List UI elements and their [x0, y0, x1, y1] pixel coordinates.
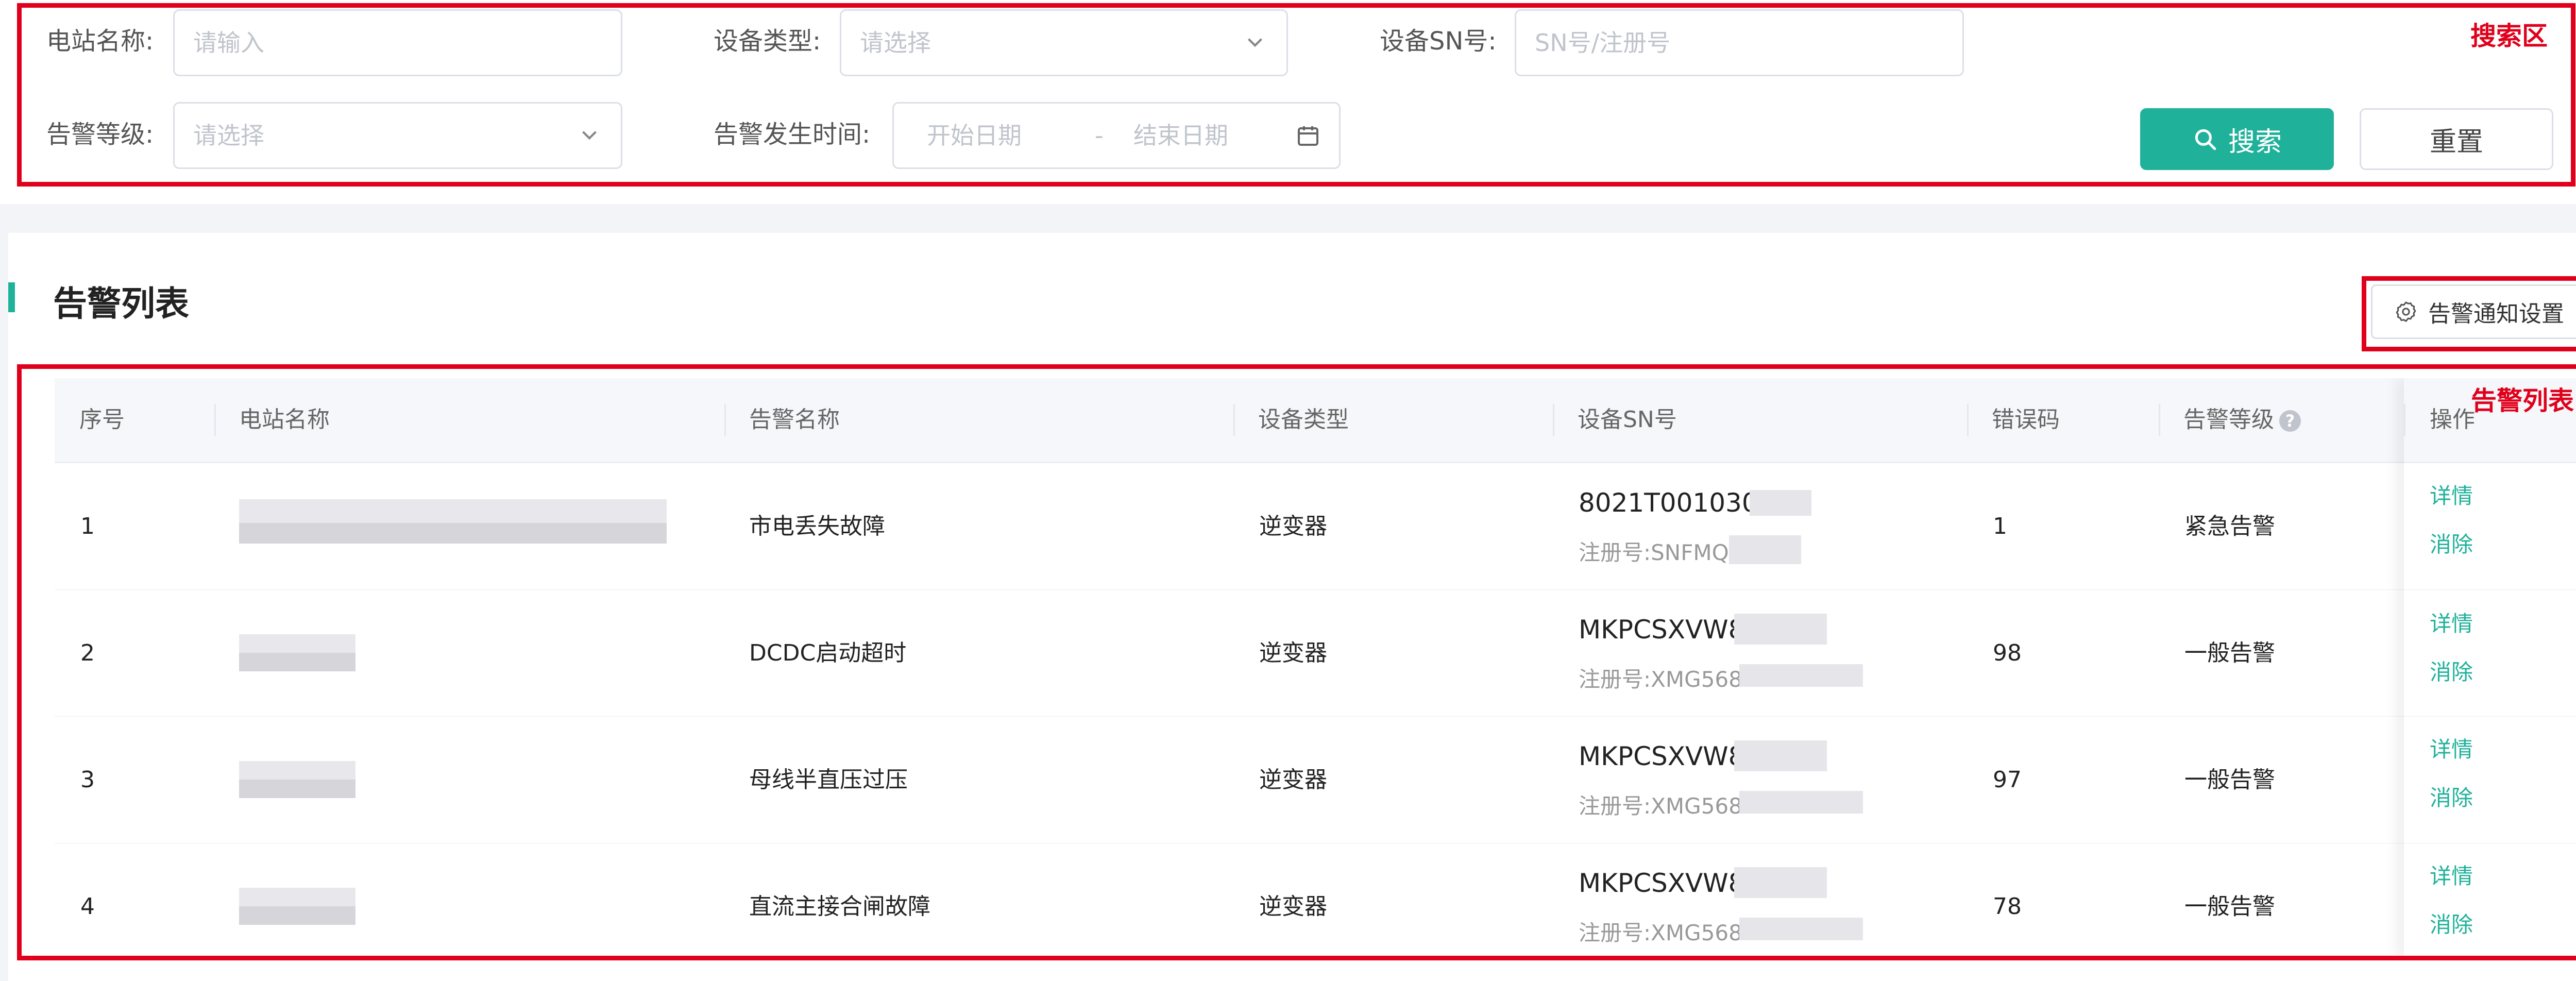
table-row: 3 母线半直压过压 逆变器 MKPCSXVW81 注册号:XMG5687 97 … [55, 717, 2576, 844]
reset-button[interactable]: 重置 [2360, 108, 2553, 170]
device-sn-placeholder: SN号/注册号 [1535, 29, 1671, 57]
registration-number: 注册号:XMG5687 [1579, 793, 1756, 819]
device-type-placeholder: 请选择 [860, 29, 931, 57]
alarm-list-title: 告警列表 [53, 284, 189, 324]
column-header-device-sn: 设备SN号 [1578, 407, 1677, 433]
clear-link[interactable]: 消除 [2430, 907, 2473, 939]
alarm-level-select[interactable]: 请选择 [173, 102, 622, 169]
registration-redaction [1739, 664, 1863, 687]
sn-redaction [1750, 490, 1811, 516]
row-index: 3 [80, 767, 95, 793]
reset-button-label: 重置 [2429, 126, 2483, 158]
alarm-name: 直流主接合闸故障 [749, 893, 930, 920]
column-divider [1553, 404, 1554, 436]
alarm-name: DCDC启动超时 [749, 640, 907, 666]
alarm-level-header-label: 告警等级 [2183, 407, 2274, 433]
column-header-index: 序号 [79, 407, 125, 433]
table-row: 1 市电丢失故障 逆变器 8021T0010301 注册号:SNFMQVT 1 … [55, 463, 2576, 591]
row-index: 1 [80, 513, 95, 539]
alarm-level: 一般告警 [2184, 640, 2275, 666]
error-code: 98 [1993, 640, 2022, 666]
column-divider [1233, 404, 1235, 436]
detail-link[interactable]: 详情 [2430, 732, 2473, 764]
help-icon[interactable]: ? [2279, 410, 2301, 432]
clear-link[interactable]: 消除 [2430, 781, 2473, 812]
alarm-level-placeholder: 请选择 [193, 122, 264, 149]
column-divider [2159, 404, 2160, 436]
device-type: 逆变器 [1259, 893, 1327, 920]
column-divider [724, 404, 726, 436]
search-area-annotation: 搜索区 [2470, 21, 2548, 51]
alarm-list-annotation: 告警列表 [2471, 386, 2574, 416]
alarm-level-label: 告警等级: [46, 120, 154, 149]
table-header: 序号 电站名称 告警名称 设备类型 设备SN号 错误码 告警等级? 操作 [55, 378, 2576, 463]
station-name-label: 电站名称: [46, 27, 154, 56]
device-type: 逆变器 [1259, 513, 1327, 539]
registration-redaction [1729, 535, 1801, 564]
alarm-name: 母线半直压过压 [749, 767, 908, 793]
alarm-table: 序号 电站名称 告警名称 设备类型 设备SN号 错误码 告警等级? 操作 1 市… [55, 378, 2576, 959]
detail-link[interactable]: 详情 [2430, 606, 2473, 638]
device-sn-input[interactable]: SN号/注册号 [1515, 9, 1964, 76]
device-type-select[interactable]: 请选择 [840, 9, 1288, 76]
alarm-level: 一般告警 [2184, 767, 2275, 793]
column-divider [2404, 404, 2405, 436]
station-name-input[interactable]: 请输入 [173, 9, 622, 76]
alarm-notify-settings-label: 告警通知设置 [2428, 301, 2564, 327]
table-row: 4 直流主接合闸故障 逆变器 MKPCSXVW81 注册号:XMG5687 78… [55, 843, 2576, 959]
column-divider [214, 404, 216, 436]
registration-number: 注册号:XMG5687 [1579, 667, 1756, 692]
end-date-placeholder[interactable]: 结束日期 [1133, 104, 1228, 167]
sn-redaction [1734, 614, 1827, 645]
column-header-error-code: 错误码 [1992, 407, 2060, 433]
device-sn: 8021T0010301 [1579, 488, 1775, 518]
alarm-name: 市电丢失故障 [749, 513, 885, 539]
detail-link[interactable]: 详情 [2430, 479, 2473, 510]
alarm-level: 紧急告警 [2184, 513, 2275, 539]
alarm-notify-settings-button[interactable]: 告警通知设置 [2371, 284, 2576, 339]
calendar-icon [1298, 126, 1318, 146]
error-code: 97 [1993, 767, 2022, 793]
alarm-level: 一般告警 [2184, 893, 2275, 920]
device-type: 逆变器 [1259, 640, 1327, 666]
search-button-label: 搜索 [2228, 126, 2282, 158]
search-button[interactable]: 搜索 [2140, 108, 2334, 170]
device-type-label: 设备类型: [714, 27, 821, 56]
registration-number: 注册号:XMG5687 [1579, 920, 1756, 945]
clear-link[interactable]: 消除 [2430, 527, 2473, 559]
start-date-placeholder[interactable]: 开始日期 [927, 104, 1022, 167]
column-header-alarm-level: 告警等级? [2183, 378, 2301, 462]
chevron-down-icon [1248, 38, 1262, 47]
station-name-placeholder: 请输入 [193, 29, 264, 57]
sn-redaction [1734, 867, 1827, 898]
detail-link[interactable]: 详情 [2430, 859, 2473, 890]
chevron-down-icon [582, 131, 597, 140]
search-icon [2195, 129, 2216, 150]
column-header-device-type: 设备类型 [1258, 407, 1349, 433]
column-header-station: 电站名称 [239, 407, 330, 433]
device-type: 逆变器 [1259, 767, 1327, 793]
registration-redaction [1739, 791, 1863, 814]
sn-redaction [1734, 740, 1827, 771]
clear-link[interactable]: 消除 [2430, 655, 2473, 686]
table-row: 2 DCDC启动超时 逆变器 MKPCSXVW81 注册号:XMG5687 98… [55, 590, 2576, 718]
title-accent-bar [8, 282, 15, 312]
registration-redaction [1739, 918, 1863, 940]
error-code: 78 [1993, 893, 2022, 920]
column-divider [1967, 404, 1969, 436]
alarm-time-range-picker[interactable]: 开始日期 - 结束日期 [892, 102, 1341, 169]
row-index: 4 [80, 893, 95, 920]
alarm-time-label: 告警发生时间: [714, 120, 871, 149]
column-header-alarm-name: 告警名称 [749, 407, 840, 433]
row-index: 2 [80, 640, 95, 666]
gear-icon [2396, 301, 2416, 322]
column-header-actions: 操作 [2430, 407, 2475, 433]
date-range-separator: - [1095, 122, 1104, 149]
search-panel: 电站名称: 请输入 设备类型: 请选择 设备SN号: SN号/注册号 告警等级:… [0, 0, 2576, 204]
device-sn-label: 设备SN号: [1380, 27, 1497, 56]
error-code: 1 [1993, 513, 2007, 539]
